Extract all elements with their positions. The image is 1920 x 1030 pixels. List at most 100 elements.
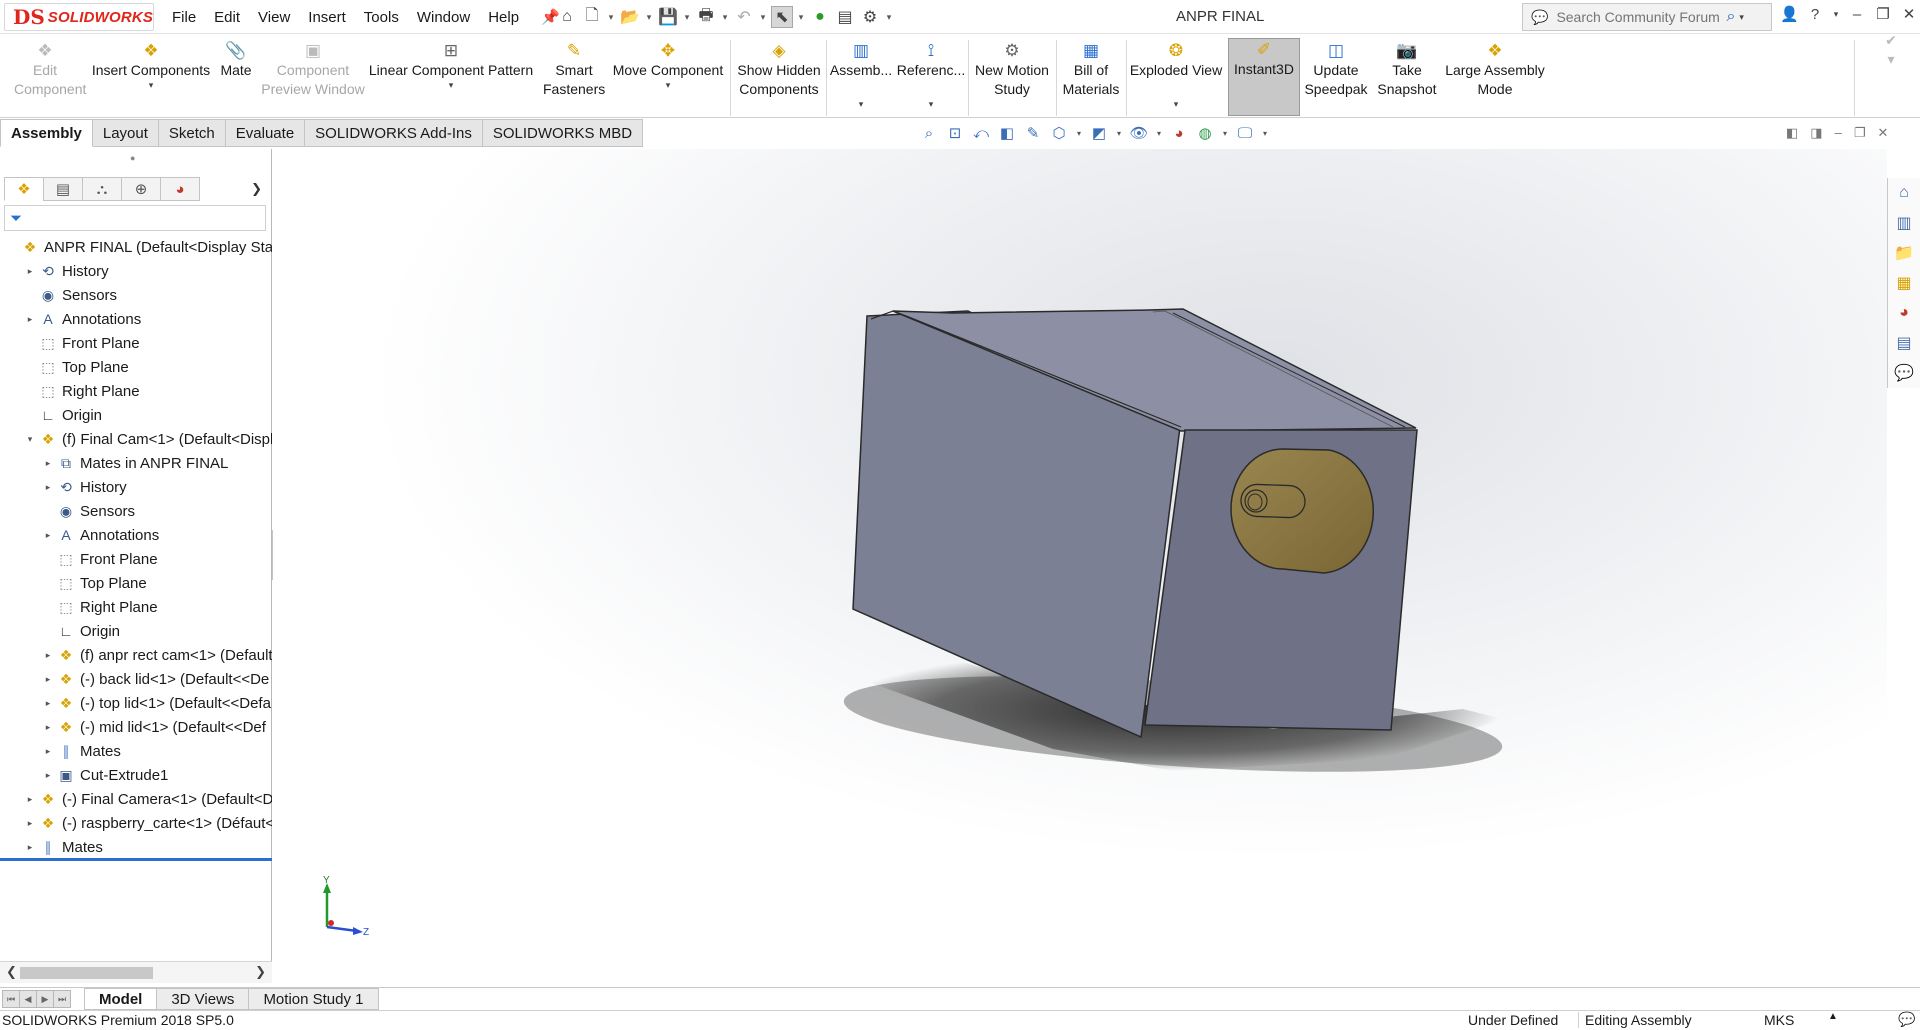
collapse-arrow-icon[interactable]: ▾ bbox=[24, 434, 36, 445]
take-snapshot-button[interactable]: 📷 Take Snapshot bbox=[1372, 40, 1442, 116]
camera-enclosure-model[interactable] bbox=[273, 149, 1887, 983]
file-properties-icon[interactable]: ▤ bbox=[834, 6, 856, 28]
menu-file[interactable]: File bbox=[172, 9, 196, 26]
chevron-right-icon[interactable]: ❯ bbox=[251, 181, 262, 197]
displaymanager-tab-icon[interactable]: ◕ bbox=[160, 177, 200, 201]
tree-item[interactable]: ▸ A Annotations bbox=[0, 523, 272, 547]
print-dropdown-icon[interactable]: ▾ bbox=[720, 6, 730, 28]
update-speedpak-button[interactable]: ◫ Update Speedpak bbox=[1302, 40, 1370, 116]
help-icon[interactable]: ? bbox=[1806, 6, 1824, 23]
view-settings-icon[interactable]: 🖵 bbox=[1234, 122, 1256, 144]
insert-components-dropdown-icon[interactable]: ▾ bbox=[149, 80, 154, 90]
tree-item[interactable]: ▸ ⧉ Mates in ANPR FINAL bbox=[0, 451, 272, 475]
tab-layout[interactable]: Layout bbox=[92, 119, 159, 147]
solidworks-resources-home-icon[interactable]: ⌂ bbox=[1892, 182, 1916, 204]
tree-item[interactable]: ▸ ❖ (-) back lid<1> (Default<<De bbox=[0, 667, 272, 691]
home-icon[interactable]: ⌂ bbox=[556, 6, 578, 28]
tree-item[interactable]: ▸ ∥ Mates bbox=[0, 739, 272, 763]
tree-item[interactable]: ▸ ❖ (-) raspberry_carte<1> (Défaut<E bbox=[0, 811, 272, 835]
options-gear-icon[interactable]: ⚙ bbox=[859, 6, 881, 28]
expand-arrow-icon[interactable]: ▸ bbox=[42, 746, 54, 757]
save-icon[interactable]: 💾 bbox=[657, 6, 679, 28]
tree-item[interactable]: ▸ A Annotations bbox=[0, 307, 272, 331]
viewport-tile-right-icon[interactable]: ◨ bbox=[1810, 125, 1822, 141]
reference-geometry-button[interactable]: ⟟ Referenc... ▾ bbox=[896, 40, 966, 116]
search-input[interactable] bbox=[1556, 9, 1727, 25]
graphics-area[interactable]: Y Z bbox=[273, 149, 1887, 983]
view-orientation-dropdown-icon[interactable]: ▾ bbox=[1074, 122, 1084, 144]
last-tab-icon[interactable]: ⏭ bbox=[53, 990, 71, 1008]
mate-button[interactable]: 📎 Mate bbox=[214, 40, 258, 116]
edit-appearance-icon[interactable]: ◕ bbox=[1168, 122, 1190, 144]
expand-arrow-icon[interactable]: ▸ bbox=[42, 722, 54, 733]
tree-item[interactable]: ▸ ❖ (f) anpr rect cam<1> (Default bbox=[0, 643, 272, 667]
appearances-scenes-icon[interactable]: ◕ bbox=[1892, 302, 1916, 324]
insert-components-button[interactable]: ❖ Insert Components ▾ bbox=[88, 40, 214, 116]
design-library-icon[interactable]: ▥ bbox=[1892, 212, 1916, 234]
smart-fasteners-button[interactable]: ✎ Smart Fasteners bbox=[538, 40, 610, 116]
dimxpertmanager-tab-icon[interactable]: ⊕ bbox=[121, 177, 161, 201]
expand-arrow-icon[interactable]: ▸ bbox=[24, 314, 36, 325]
search-icon[interactable]: ⌕ bbox=[1726, 8, 1735, 26]
tab-3d-views[interactable]: 3D Views bbox=[157, 988, 250, 1010]
move-component-dropdown-icon[interactable]: ▾ bbox=[666, 80, 671, 90]
expand-arrow-icon[interactable]: ▸ bbox=[24, 266, 36, 277]
section-view-icon[interactable]: ◧ bbox=[996, 122, 1018, 144]
undo-icon[interactable]: ↶ bbox=[733, 6, 755, 28]
tree-item[interactable]: ▸ ∥ Mates bbox=[0, 835, 272, 859]
viewport-close-icon[interactable]: ✕ bbox=[1877, 125, 1888, 141]
menu-help[interactable]: Help bbox=[488, 9, 519, 26]
hide-show-dropdown-icon[interactable]: ▾ bbox=[1154, 122, 1164, 144]
expand-arrow-icon[interactable]: ▸ bbox=[24, 794, 36, 805]
ribbon-options-button[interactable]: ✔ ▾ bbox=[1866, 32, 1916, 116]
expand-arrow-icon[interactable]: ▸ bbox=[42, 530, 54, 541]
tree-item[interactable]: ▸ ▣ Cut-Extrude1 bbox=[0, 763, 272, 787]
view-palette-icon[interactable]: ▦ bbox=[1892, 272, 1916, 294]
exploded-view-dropdown-icon[interactable]: ▾ bbox=[1174, 99, 1179, 109]
rebuild-icon[interactable]: ● bbox=[809, 6, 831, 28]
file-explorer-icon[interactable]: 📁 bbox=[1892, 242, 1916, 264]
apply-scene-dropdown-icon[interactable]: ▾ bbox=[1220, 122, 1230, 144]
tree-item[interactable]: ▸ ⟲ History bbox=[0, 475, 272, 499]
tree-item[interactable]: ⬚ Top Plane bbox=[0, 571, 272, 595]
scroll-right-icon[interactable]: ❯ bbox=[255, 964, 266, 980]
solidworks-logo[interactable]: DS SOLIDWORKS bbox=[4, 3, 154, 31]
viewport-minimize-icon[interactable]: – bbox=[1835, 125, 1842, 141]
expand-arrow-icon[interactable]: ▸ bbox=[42, 698, 54, 709]
open-dropdown-icon[interactable]: ▾ bbox=[644, 6, 654, 28]
tree-item[interactable]: ⬚ Right Plane bbox=[0, 379, 272, 403]
apply-scene-icon[interactable]: ◍ bbox=[1194, 122, 1216, 144]
display-style-dropdown-icon[interactable]: ▾ bbox=[1114, 122, 1124, 144]
tab-solidworks-mbd[interactable]: SOLIDWORKS MBD bbox=[482, 119, 644, 147]
view-settings-dropdown-icon[interactable]: ▾ bbox=[1260, 122, 1270, 144]
configurationmanager-tab-icon[interactable]: ⛬ bbox=[82, 177, 122, 201]
large-assembly-mode-button[interactable]: ❖ Large Assembly Mode bbox=[1442, 40, 1548, 116]
tab-assembly[interactable]: Assembly bbox=[0, 119, 93, 147]
reference-geometry-dropdown-icon[interactable]: ▾ bbox=[929, 99, 934, 109]
dynamic-annotation-icon[interactable]: ✎ bbox=[1022, 122, 1044, 144]
exploded-view-button[interactable]: ❂ Exploded View ▾ bbox=[1128, 40, 1224, 116]
tree-item[interactable]: ▸ ❖ (-) top lid<1> (Default<<Defa bbox=[0, 691, 272, 715]
expand-arrow-icon[interactable]: ▸ bbox=[42, 650, 54, 661]
new-motion-study-button[interactable]: ⚙ New Motion Study bbox=[970, 40, 1054, 116]
tree-item[interactable]: ∟ Origin bbox=[0, 619, 272, 643]
component-preview-window-button[interactable]: ▣ Component Preview Window bbox=[258, 40, 368, 116]
tab-sketch[interactable]: Sketch bbox=[158, 119, 226, 147]
tree-item[interactable]: ⬚ Front Plane bbox=[0, 547, 272, 571]
tab-evaluate[interactable]: Evaluate bbox=[225, 119, 306, 147]
tab-solidworks-add-ins[interactable]: SOLIDWORKS Add-Ins bbox=[305, 119, 483, 147]
help-dropdown-icon[interactable]: ▾ bbox=[1832, 9, 1840, 20]
scroll-left-icon[interactable]: ❮ bbox=[6, 964, 17, 980]
bill-of-materials-button[interactable]: ▦ Bill of Materials bbox=[1058, 40, 1124, 116]
expand-arrow-icon[interactable]: ▸ bbox=[42, 482, 54, 493]
menu-insert[interactable]: Insert bbox=[308, 9, 346, 26]
tree-item[interactable]: ▸ ❖ (-) mid lid<1> (Default<<Def bbox=[0, 715, 272, 739]
options-dropdown-icon[interactable]: ▾ bbox=[884, 6, 894, 28]
previous-tab-icon[interactable]: ◀ bbox=[19, 990, 37, 1008]
linear-component-pattern-button[interactable]: ⊞ Linear Component Pattern ▾ bbox=[368, 40, 534, 116]
user-icon[interactable]: 👤 bbox=[1780, 5, 1799, 23]
tree-item[interactable]: ⬚ Top Plane bbox=[0, 355, 272, 379]
new-document-icon[interactable]: 🗋 bbox=[581, 6, 603, 28]
previous-view-icon[interactable]: ⤺ bbox=[970, 122, 992, 144]
search-dropdown-icon[interactable]: ▾ bbox=[1739, 12, 1744, 23]
